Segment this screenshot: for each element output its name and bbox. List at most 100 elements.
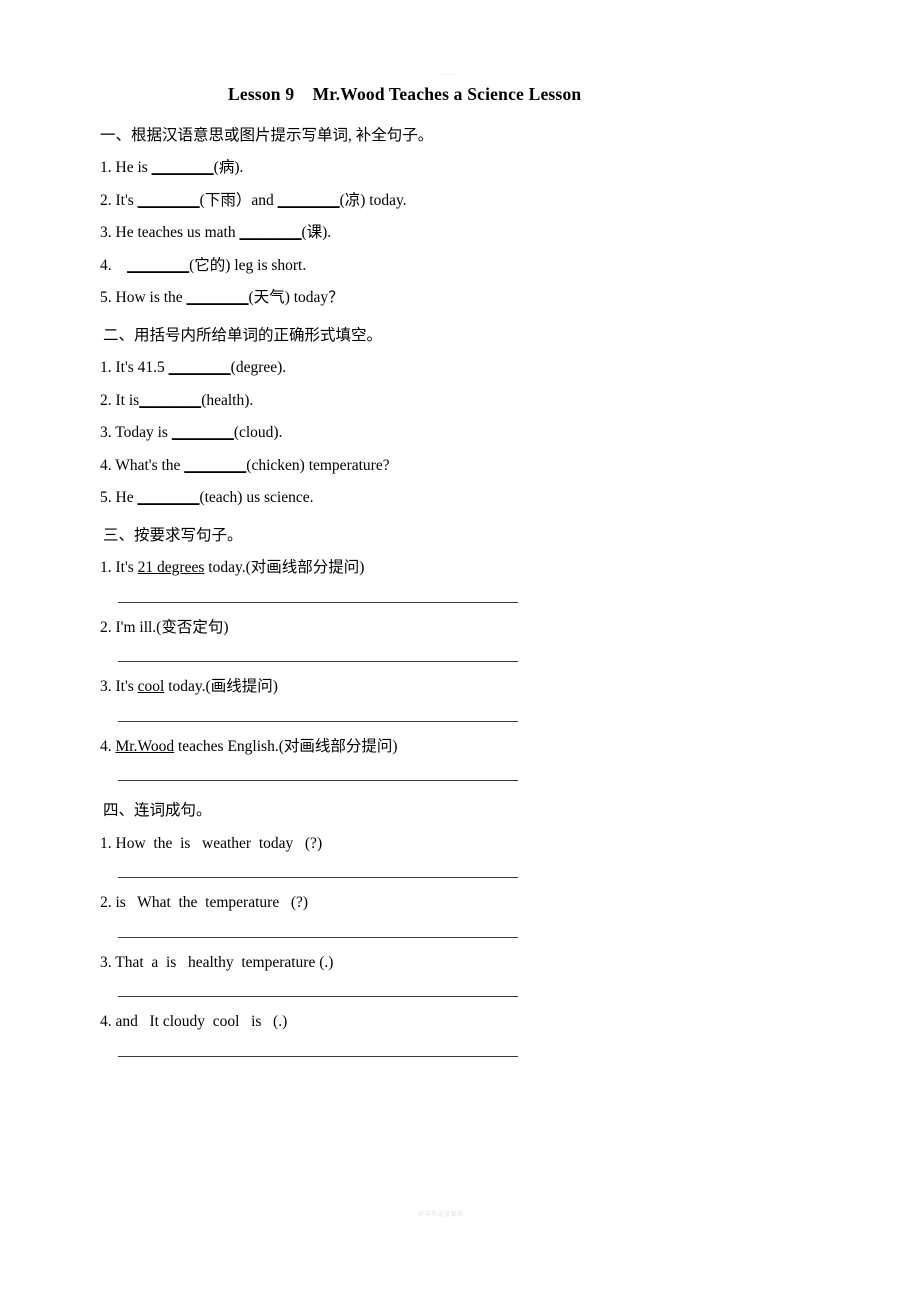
fill-blank[interactable]: ________ (239, 224, 301, 241)
item-text-after: today.(画线提问) (164, 678, 278, 696)
question-item: 3. Today is ________(cloud). (100, 425, 800, 441)
question-item: 4. ________(它的) leg is short. (100, 258, 800, 274)
item-text-before: It's (111, 191, 138, 209)
section-four: 四、连词成句。 1. How the is weather today (?) … (100, 803, 800, 1057)
item-number: 3. (100, 424, 112, 442)
item-number: 5. (100, 489, 112, 507)
item-text-after: (health). (201, 391, 254, 409)
fill-blank[interactable]: ________ (184, 457, 246, 474)
item-number: 1. (100, 359, 112, 377)
item-text-before: He (111, 489, 138, 507)
rewrite-prompt: 4. Mr.Wood teaches English.(对画线部分提问) (100, 739, 800, 755)
fill-blank[interactable]: ________ (169, 359, 231, 376)
question-item: 5. How is the ________(天气) today？ (100, 290, 800, 306)
fill-blank-second[interactable]: ________ (278, 192, 340, 209)
item-number: 4. (100, 1013, 112, 1031)
rewrite-item: 3. It's cool today.(画线提问) (100, 679, 800, 722)
item-number: 3. (100, 953, 112, 971)
question-item: 2. It's ________(下雨）and ________(凉) toda… (100, 193, 800, 209)
underlined-phrase: Mr.Wood (115, 737, 175, 755)
section-three: 三、按要求写句子。 1. It's 21 degrees today.(对画线部… (100, 528, 800, 782)
answer-line[interactable] (118, 601, 518, 603)
section-four-heading: 四、连词成句。 (103, 802, 212, 820)
fill-blank[interactable]: ________ (187, 289, 249, 306)
item-text-before: It's (111, 559, 138, 577)
page-watermark: 初中英语资源网 (418, 1212, 464, 1218)
item-text-before: He teaches us math (111, 224, 240, 242)
answer-line[interactable] (118, 661, 518, 663)
item-text-after: teaches English.(对画线部分提问) (174, 737, 398, 755)
item-text-after: (病). (213, 159, 244, 177)
item-text-before: It's (111, 678, 138, 696)
item-number: 4. (100, 737, 112, 755)
answer-line[interactable] (118, 780, 518, 782)
question-item: 1. It's 41.5 ________(degree). (100, 360, 800, 376)
rewrite-prompt: 1. It's 21 degrees today.(对画线部分提问) (100, 560, 800, 576)
worksheet-body: Lesson 9 Mr.Wood Teaches a Science Lesso… (100, 0, 800, 1057)
item-text-after: (cloud). (233, 424, 283, 442)
item-text: is What the temperature (?) (111, 894, 309, 912)
rewrite-prompt: 2. I'm ill.(变否定句) (100, 620, 800, 636)
item-text-after: (degree). (230, 359, 287, 377)
item-text-before: It's 41.5 (111, 359, 169, 377)
section-one: 一、根据汉语意思或图片提示写单词, 补全句子。 1. He is _______… (100, 128, 800, 306)
unscramble-item: 2. is What the temperature (?) (100, 895, 800, 938)
rewrite-item: 2. I'm ill.(变否定句) (100, 620, 800, 663)
section-one-heading: 一、根据汉语意思或图片提示写单词, 补全句子。 (100, 126, 434, 144)
rewrite-item: 1. It's 21 degrees today.(对画线部分提问) (100, 560, 800, 603)
section-three-heading: 三、按要求写句子。 (103, 526, 243, 544)
answer-line[interactable] (118, 720, 518, 722)
item-text-after: (下雨）and (199, 191, 278, 209)
answer-line[interactable] (118, 1055, 518, 1057)
page-title: Lesson 9 Mr.Wood Teaches a Science Lesso… (228, 84, 582, 104)
fill-blank[interactable]: ________ (139, 392, 201, 409)
question-item: 3. He teaches us math ________(课). (100, 225, 800, 241)
item-text-after: (它的) leg is short. (189, 256, 307, 274)
answer-line[interactable] (118, 877, 518, 879)
item-text-before: He is (111, 159, 152, 177)
rewrite-item: 4. Mr.Wood teaches English.(对画线部分提问) (100, 739, 800, 782)
item-number: 2. (100, 894, 112, 912)
item-number: 1. (100, 159, 112, 177)
unscramble-item: 3. That a is healthy temperature (.) (100, 955, 800, 998)
section-two-heading: 二、用括号内所给单词的正确形式填空。 (103, 326, 383, 344)
fill-blank[interactable]: ________ (138, 192, 200, 209)
item-number: 2. (100, 618, 112, 636)
fill-blank[interactable]: ________ (172, 424, 234, 441)
unscramble-item: 1. How the is weather today (?) (100, 836, 800, 879)
item-number: 1. (100, 559, 112, 577)
answer-line[interactable] (118, 936, 518, 938)
item-text-before: How is the (111, 289, 187, 307)
rewrite-prompt: 3. It's cool today.(画线提问) (100, 679, 800, 695)
unscramble-item: 4. and It cloudy cool is (.) (100, 1014, 800, 1057)
section-two: 二、用括号内所给单词的正确形式填空。 1. It's 41.5 ________… (100, 328, 800, 506)
item-number: 1. (100, 834, 112, 852)
fill-blank[interactable]: ________ (127, 257, 189, 274)
item-text-after: today.(对画线部分提问) (204, 559, 365, 577)
item-text-after: (天气) today？ (248, 289, 344, 307)
item-text: That a is healthy temperature (.) (111, 953, 334, 971)
fill-blank[interactable]: ________ (137, 489, 199, 506)
item-text-before: It is (111, 391, 140, 409)
question-item: 4. What's the ________(chicken) temperat… (100, 458, 800, 474)
underlined-phrase: cool (137, 678, 165, 696)
item-number: 2. (100, 391, 112, 409)
item-text-after: (teach) us science. (199, 489, 314, 507)
unscramble-prompt: 1. How the is weather today (?) (100, 836, 800, 852)
answer-line[interactable] (118, 996, 518, 998)
item-text-after-second: (凉) today. (339, 191, 407, 209)
item-number: 4. (100, 256, 112, 274)
question-item: 2. It is________(health). (100, 393, 800, 409)
question-item: 1. He is ________(病). (100, 160, 800, 176)
underlined-phrase: 21 degrees (137, 559, 205, 577)
item-text-before: Today is (111, 424, 172, 442)
item-text-before: What's the (111, 456, 185, 474)
item-text-before: I'm ill.(变否定句) (111, 618, 229, 636)
question-item: 5. He ________(teach) us science. (100, 490, 800, 506)
unscramble-prompt: 4. and It cloudy cool is (.) (100, 1014, 800, 1030)
unscramble-prompt: 3. That a is healthy temperature (.) (100, 955, 800, 971)
item-text: How the is weather today (?) (111, 834, 323, 852)
fill-blank[interactable]: ________ (152, 159, 214, 176)
item-number: 2. (100, 191, 112, 209)
worksheet-page: .... Lesson 9 Mr.Wood Teaches a Science … (0, 0, 920, 1302)
